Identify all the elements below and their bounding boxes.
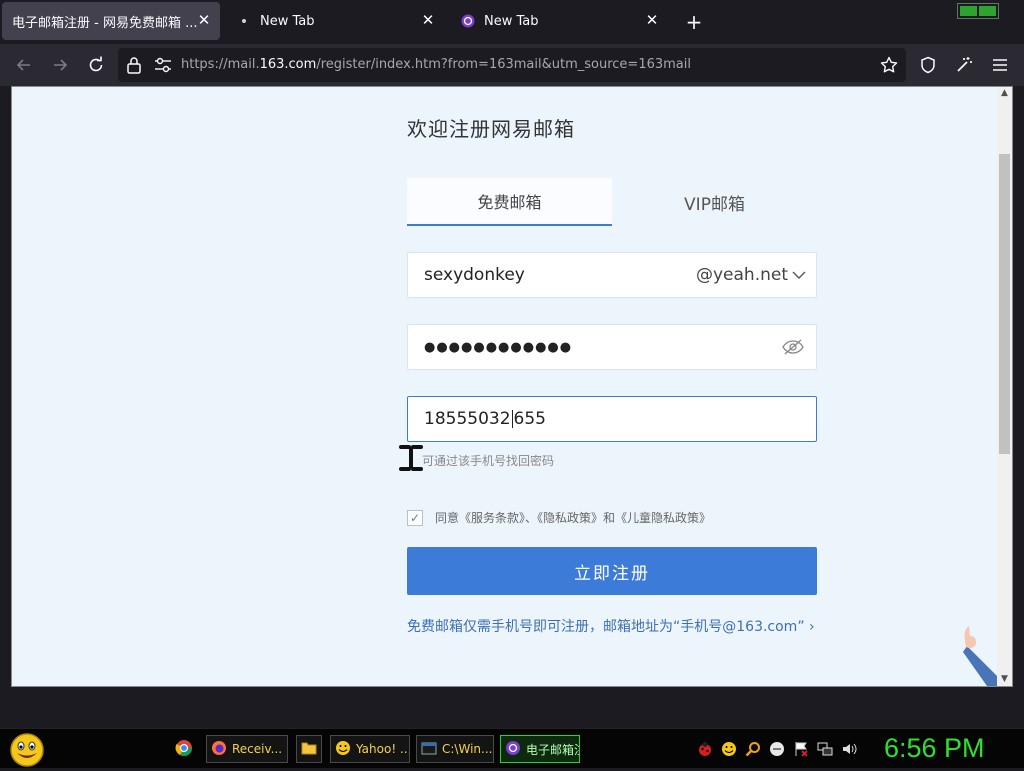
phone-hint: 可通过该手机号找回密码 — [422, 454, 555, 468]
menu-icon[interactable] — [988, 53, 1012, 77]
phone-field[interactable]: 18555032 655 — [407, 396, 817, 442]
shield-icon[interactable] — [916, 53, 940, 77]
email-value: sexydonkey — [424, 265, 525, 285]
agreement-checkbox[interactable]: ✓ — [407, 509, 423, 526]
eye-slash-icon[interactable] — [782, 338, 804, 361]
chrome-icon[interactable] — [175, 739, 193, 757]
tab-title: New Tab — [260, 13, 315, 29]
tab-new-1[interactable]: New Tab ✕ — [228, 2, 444, 40]
magnifier-icon[interactable] — [745, 741, 761, 757]
taskbar: Receiv... Yahoo! ... C:\Win... 电子邮箱注册 - … — [0, 728, 1024, 768]
forward-button[interactable] — [48, 53, 72, 77]
action-center-flag-icon[interactable] — [793, 741, 809, 757]
terminal-icon — [421, 740, 437, 759]
domain-select[interactable]: @yeah.net — [696, 265, 806, 285]
close-icon[interactable]: ✕ — [644, 12, 660, 28]
reload-button[interactable] — [84, 53, 108, 77]
ibeam-cursor-icon — [398, 444, 424, 472]
password-value: ●●●●●●●●●●●● — [424, 339, 573, 355]
back-button[interactable] — [12, 53, 36, 77]
tab-vip-mail[interactable]: VIP邮箱 — [612, 178, 817, 226]
window-bottom-strip — [0, 687, 1024, 728]
page-title: 欢迎注册网易邮箱 — [407, 117, 575, 141]
register-button[interactable]: 立即注册 — [407, 547, 817, 595]
phone-value-a: 18555032 — [424, 409, 511, 429]
close-icon[interactable]: ✕ — [196, 12, 212, 28]
scroll-down-arrow-icon[interactable]: ▼ — [997, 672, 1012, 686]
register-type-tabs: 免费邮箱 VIP邮箱 — [407, 178, 817, 226]
tab-new-2[interactable]: New Tab ✕ — [452, 2, 668, 40]
mascot-hand-illustration — [957, 616, 997, 686]
tab-free-mail[interactable]: 免费邮箱 — [407, 178, 612, 226]
text-caret — [511, 410, 513, 428]
taskbar-item-label: Receiv... — [232, 742, 283, 756]
url-path: /register/index.htm?from=163mail&utm_sou… — [316, 57, 691, 72]
navigation-toolbar: https://mail.163.com/register/index.htm?… — [0, 44, 1024, 86]
agreement-text[interactable]: 同意《服务条款》、《隐私政策》和《儿童隐私政策》 — [435, 509, 711, 526]
page-viewport: 欢迎注册网易邮箱 免费邮箱 VIP邮箱 sexydonkey @yeah.net… — [12, 86, 997, 686]
url-prefix: https://mail. — [181, 57, 260, 72]
tab-register[interactable]: 电子邮箱注册 - 网易免费邮箱 ... ✕ — [2, 2, 220, 40]
taskbar-item-yahoo[interactable]: Yahoo! ... — [330, 735, 410, 763]
smiley-tray-icon[interactable] — [721, 741, 737, 757]
phone-register-link[interactable]: 免费邮箱仅需手机号即可注册，邮箱地址为“手机号@163.com” › — [407, 616, 815, 636]
close-icon[interactable]: ✕ — [420, 12, 436, 28]
taskbar-item-label: 电子邮箱注册 - ... — [526, 742, 579, 757]
agreement-row: ✓ 同意《服务条款》、《隐私政策》和《儿童隐私政策》 — [407, 509, 711, 526]
tab-title: 电子邮箱注册 - 网易免费邮箱 ... — [12, 15, 198, 31]
chevron-down-icon — [792, 265, 806, 285]
taskbar-clock[interactable]: 6:56 PM — [884, 733, 985, 764]
ladybug-icon[interactable] — [697, 741, 713, 757]
folder-icon — [301, 741, 317, 758]
bookmark-star-icon[interactable] — [880, 56, 898, 78]
start-smiley-icon[interactable] — [8, 731, 46, 767]
password-field[interactable]: ●●●●●●●●●●●● — [407, 324, 817, 370]
taskbar-item-cmd[interactable]: C:\Win... — [416, 735, 494, 763]
taskbar-item-label: Yahoo! ... — [356, 742, 410, 756]
window-controls[interactable] — [957, 3, 999, 19]
url-text[interactable]: https://mail.163.com/register/index.htm?… — [181, 57, 691, 72]
magic-wand-icon[interactable] — [952, 53, 976, 77]
scrollbar-thumb[interactable] — [999, 154, 1010, 454]
domain-select-value: @yeah.net — [695, 265, 788, 285]
tor-icon — [460, 13, 476, 29]
tor-icon — [505, 740, 521, 759]
taskbar-item-label: C:\Win... — [442, 742, 493, 756]
firefox-icon — [211, 740, 227, 759]
scroll-up-arrow-icon[interactable]: ▲ — [997, 86, 1012, 100]
phone-value-b: 655 — [513, 409, 546, 429]
volume-icon[interactable] — [841, 741, 857, 757]
network-icon[interactable] — [817, 741, 833, 757]
dot-icon — [236, 13, 252, 29]
email-field[interactable]: sexydonkey @yeah.net — [407, 252, 817, 298]
chat-tray-icon[interactable] — [769, 741, 785, 757]
yahoo-smiley-icon — [335, 740, 351, 759]
taskbar-item-firefox[interactable]: Receiv... — [206, 735, 288, 763]
vertical-scrollbar[interactable]: ▲ ▼ — [997, 86, 1012, 686]
new-tab-button[interactable]: + — [684, 12, 704, 32]
url-domain: 163.com — [259, 57, 317, 72]
permissions-icon[interactable] — [154, 57, 172, 77]
taskbar-item-tor[interactable]: 电子邮箱注册 - ... — [500, 735, 580, 763]
url-bar[interactable]: https://mail.163.com/register/index.htm?… — [118, 48, 906, 82]
lock-icon[interactable] — [126, 56, 142, 78]
taskbar-item-folder[interactable] — [296, 735, 322, 763]
tab-strip: 电子邮箱注册 - 网易免费邮箱 ... ✕ New Tab ✕ New Tab … — [0, 0, 1024, 44]
tab-title: New Tab — [484, 13, 539, 29]
